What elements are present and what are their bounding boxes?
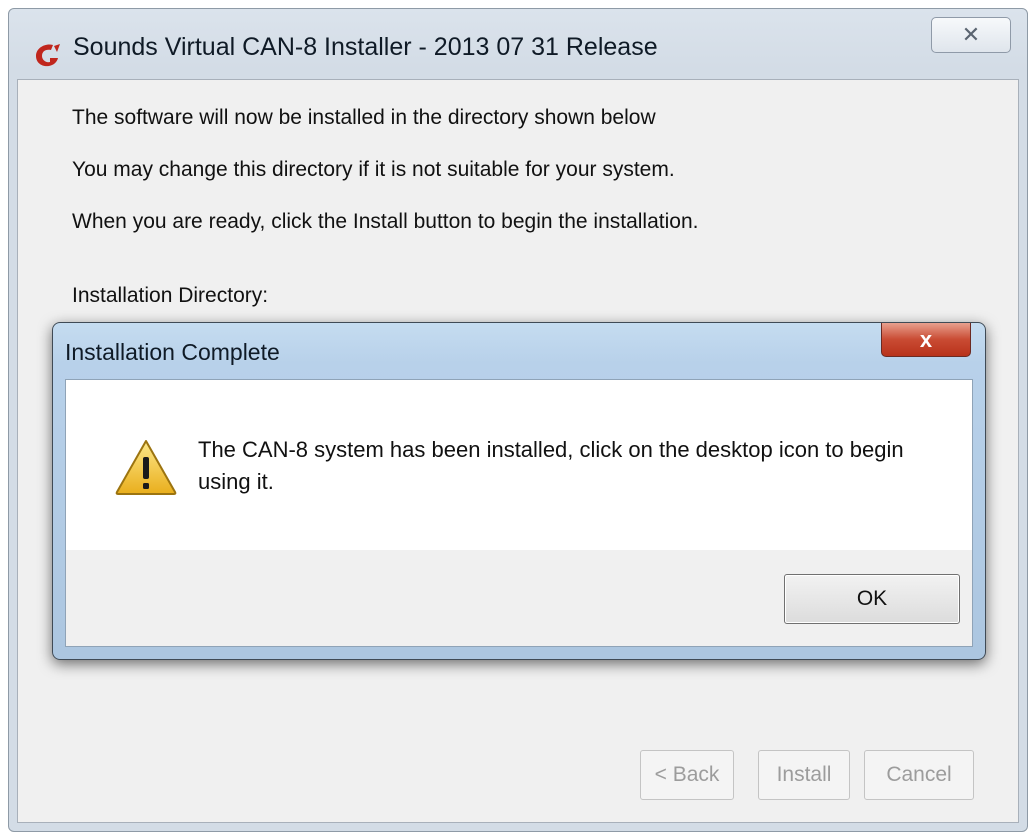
ok-button[interactable]: OK	[784, 574, 960, 624]
install-button[interactable]: Install	[758, 750, 850, 800]
app-logo-icon	[36, 44, 60, 67]
instruction-line-1: The software will now be installed in th…	[72, 106, 656, 129]
dialog-message-area: The CAN-8 system has been installed, cli…	[66, 380, 972, 550]
close-icon: x	[919, 326, 933, 352]
dialog-title: Installation Complete	[65, 339, 280, 365]
instruction-line-2: You may change this directory if it is n…	[72, 158, 675, 181]
dialog-close-button[interactable]: x	[881, 323, 971, 357]
warning-icon	[115, 440, 177, 495]
dialog-content: The CAN-8 system has been installed, cli…	[65, 379, 973, 647]
back-button[interactable]: < Back	[640, 750, 734, 800]
installer-title: Sounds Virtual CAN-8 Installer - 2013 07…	[73, 33, 658, 61]
installation-complete-dialog: Installation Complete x The CAN-8 system…	[52, 322, 986, 660]
directory-label: Installation Directory:	[72, 284, 269, 307]
close-icon: ✕	[961, 22, 981, 47]
dialog-message: The CAN-8 system has been installed, cli…	[198, 437, 904, 494]
installer-close-button[interactable]: ✕	[931, 17, 1011, 53]
installer-titlebar[interactable]: Sounds Virtual CAN-8 Installer - 2013 07…	[9, 9, 1027, 81]
cancel-button[interactable]: Cancel	[864, 750, 974, 800]
instruction-line-3: When you are ready, click the Install bu…	[72, 210, 699, 233]
